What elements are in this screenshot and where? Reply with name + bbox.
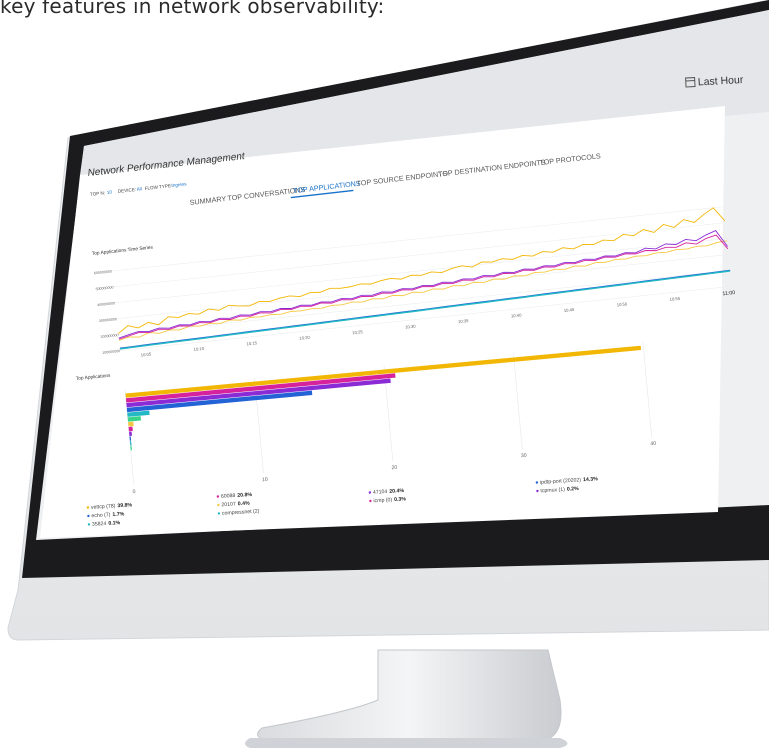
legend-percent: 39.8%: [117, 502, 132, 509]
bar: [129, 431, 132, 437]
legend-percent: 0.3%: [394, 496, 407, 503]
legend-percent: 0.1%: [108, 520, 121, 527]
monitor-illustration: Last Hour Network Performance Management…: [7, 0, 769, 748]
filter-device-value[interactable]: All: [136, 186, 142, 192]
monitor-stand: [245, 649, 568, 748]
legend-percent: 14.3%: [583, 476, 598, 483]
x-tick-label: 40: [650, 441, 656, 448]
x-tick-label: 30: [521, 453, 527, 460]
x-tick-label: 10: [262, 477, 268, 484]
legend-percent: 1.7%: [112, 511, 125, 518]
filter-topn-value[interactable]: 10: [107, 189, 113, 195]
bar: [128, 426, 133, 432]
legend-percent: 0.2%: [567, 486, 580, 493]
bar: [128, 421, 134, 427]
legend-percent: 0.4%: [238, 501, 251, 508]
legend-percent: 20.8%: [237, 492, 252, 499]
legend-percent: 20.4%: [389, 488, 404, 495]
x-tick-label: 20: [391, 465, 397, 472]
time-range-label: Last Hour: [698, 74, 745, 88]
screen: [36, 10, 769, 540]
